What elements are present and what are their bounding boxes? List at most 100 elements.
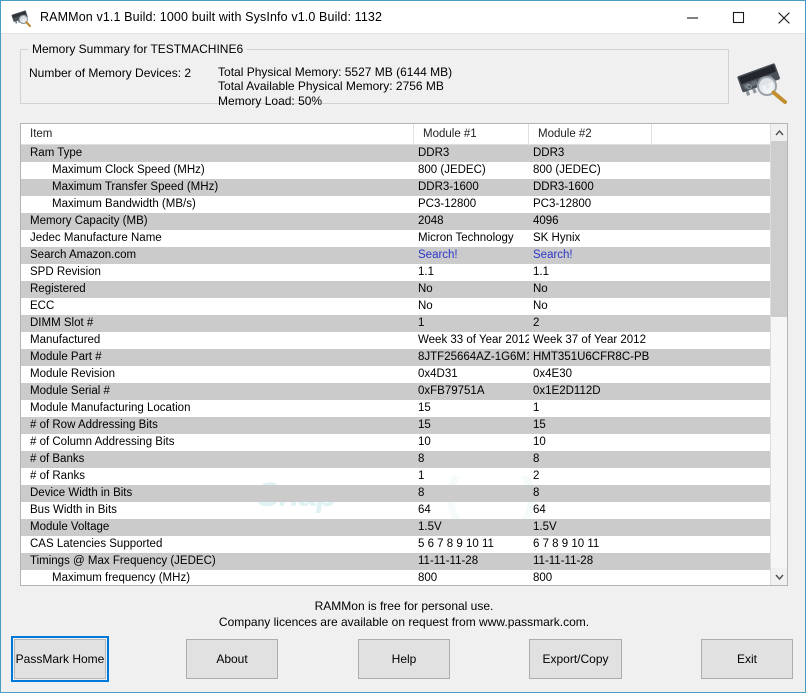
memory-device-count: Number of Memory Devices: 2 bbox=[29, 66, 192, 80]
cell-module-2: Week 37 of Year 2012 bbox=[533, 334, 646, 346]
table-row[interactable]: Manufactured Week 33 of Year 2012 Week 37 … bbox=[21, 332, 770, 349]
table-row[interactable]: Module Voltage 1.5V 1.5V bbox=[21, 519, 770, 536]
table-row[interactable]: Module Manufacturing Location 15 1 bbox=[21, 400, 770, 417]
memory-details-table[interactable]: Item Module #1 Module #2 Snap Ram TypeDD… bbox=[20, 123, 788, 586]
cell-module-1: 1.5V bbox=[418, 521, 442, 533]
table-row[interactable]: Jedec Manufacture Name Micron Technology S… bbox=[21, 230, 770, 247]
table-row[interactable]: ECC No No bbox=[21, 298, 770, 315]
window-controls bbox=[669, 1, 805, 34]
cell-item: # of Column Addressing Bits bbox=[30, 436, 175, 448]
total-physical-memory: Total Physical Memory: 5527 MB (6144 MB) bbox=[218, 64, 453, 79]
minimize-button[interactable] bbox=[669, 1, 715, 34]
scroll-down-button[interactable] bbox=[771, 568, 787, 585]
cell-item: Registered bbox=[30, 283, 86, 295]
cell-module-2: 10 bbox=[533, 436, 546, 448]
export-copy-button[interactable]: Export/Copy bbox=[529, 639, 622, 679]
maximize-button[interactable] bbox=[715, 1, 761, 34]
total-available-memory: Total Available Physical Memory: 2756 MB bbox=[218, 79, 444, 93]
close-button[interactable] bbox=[761, 1, 805, 34]
cell-module-2: PC3-12800 bbox=[533, 198, 592, 210]
passmark-home-button[interactable]: PassMark Home bbox=[11, 636, 109, 682]
table-row[interactable]: Maximum Transfer Speed (MHz) DDR3-1600 DDR… bbox=[21, 179, 770, 196]
table-row[interactable]: Maximum frequency (MHz) 800 800 bbox=[21, 570, 770, 585]
table-row[interactable]: Module Part # 8JTF25664AZ-1G6M1 HMT351U6CF… bbox=[21, 349, 770, 366]
cell-module-2: DDR3 bbox=[533, 147, 565, 159]
table-row[interactable]: SPD Revision 1.1 1.1 bbox=[21, 264, 770, 281]
cell-item: Module Part # bbox=[30, 351, 102, 363]
cell-module-2: 11-11-11-28 bbox=[533, 555, 594, 567]
amazon-search-link-module-2[interactable]: Search! bbox=[529, 247, 652, 264]
cell-item: Module Revision bbox=[30, 368, 116, 380]
cell-item: Module Voltage bbox=[30, 521, 110, 533]
cell-module-2: 1.5V bbox=[533, 521, 557, 533]
table-row[interactable]: DIMM Slot # 1 2 bbox=[21, 315, 770, 332]
vertical-scrollbar[interactable] bbox=[770, 124, 787, 585]
memory-summary-legend: Memory Summary for TESTMACHINE6 bbox=[28, 42, 248, 56]
table-row[interactable]: Maximum Clock Speed (MHz) 800 (JEDEC) 800 … bbox=[21, 162, 770, 179]
footer-notice: RAMMon is free for personal use. Company… bbox=[1, 598, 805, 630]
table-row[interactable]: CAS Latencies Supported 5 6 7 8 9 10 11 6 … bbox=[21, 536, 770, 553]
table-row[interactable]: # of Column Addressing Bits 10 10 bbox=[21, 434, 770, 451]
cell-module-1: 5 6 7 8 9 10 11 bbox=[418, 538, 494, 550]
window-title: RAMMon v1.1 Build: 1000 built with SysIn… bbox=[40, 10, 383, 24]
cell-item: Maximum Transfer Speed (MHz) bbox=[52, 181, 219, 193]
cell-module-2: 4096 bbox=[533, 215, 559, 227]
column-header-item[interactable]: Item bbox=[21, 124, 414, 145]
rammon-window: RAMMon v1.1 Build: 1000 built with SysIn… bbox=[0, 0, 806, 693]
title-bar: RAMMon v1.1 Build: 1000 built with SysIn… bbox=[1, 1, 805, 34]
cell-module-2: 800 bbox=[533, 572, 553, 584]
cell-module-1: 2048 bbox=[418, 215, 444, 227]
help-button[interactable]: Help bbox=[358, 639, 450, 679]
cell-module-1: 8JTF25664AZ-1G6M1 bbox=[418, 351, 529, 363]
table-row[interactable]: Module Serial # 0xFB79751A 0x1E2D112D bbox=[21, 383, 770, 400]
table-body: Ram Type DDR3 DDR3 Maximum Clock Speed (MHz… bbox=[21, 145, 770, 585]
table-row[interactable]: Maximum Bandwidth (MB/s) PC3-12800 PC3-128… bbox=[21, 196, 770, 213]
table-row[interactable]: Module Revision 0x4D31 0x4E30 bbox=[21, 366, 770, 383]
memory-load: Memory Load: 50% bbox=[218, 93, 323, 108]
scrollbar-thumb[interactable] bbox=[771, 141, 787, 317]
cell-item: # of Row Addressing Bits bbox=[30, 419, 158, 431]
cell-module-1: 64 bbox=[418, 504, 431, 516]
cell-module-1: 15 bbox=[418, 419, 431, 431]
exit-button[interactable]: Exit bbox=[701, 639, 793, 679]
cell-module-2: 800 (JEDEC) bbox=[533, 164, 601, 176]
cell-item: Memory Capacity (MB) bbox=[30, 215, 148, 227]
table-row[interactable]: Device Width in Bits 8 8 bbox=[21, 485, 770, 502]
cell-item: CAS Latencies Supported bbox=[30, 538, 163, 550]
cell-module-1: Week 33 of Year 2012 bbox=[418, 334, 529, 346]
table-row[interactable]: Search Amazon.com Search! Search! bbox=[21, 247, 770, 264]
cell-module-2: 2 bbox=[533, 317, 540, 329]
footer-line-2: Company licences are available on reques… bbox=[218, 615, 590, 629]
cell-module-1: 8 bbox=[418, 453, 425, 465]
cell-item: Maximum Bandwidth (MB/s) bbox=[52, 198, 196, 210]
cell-item: # of Ranks bbox=[30, 470, 85, 482]
table-row[interactable]: # of Banks 8 8 bbox=[21, 451, 770, 468]
table-row[interactable]: # of Ranks 1 2 bbox=[21, 468, 770, 485]
cell-item: SPD Revision bbox=[30, 266, 101, 278]
table-row[interactable]: Registered No No bbox=[21, 281, 770, 298]
memory-summary-content: Number of Memory Devices: 2 Total Physic… bbox=[29, 65, 452, 109]
table-row[interactable]: Bus Width in Bits 64 64 bbox=[21, 502, 770, 519]
footer-line-1: RAMMon is free for personal use. bbox=[314, 599, 494, 613]
cell-item: DIMM Slot # bbox=[30, 317, 94, 329]
cell-item: Timings @ Max Frequency (JEDEC) bbox=[30, 555, 216, 567]
cell-module-1: 800 (JEDEC) bbox=[418, 164, 486, 176]
column-header-module-2[interactable]: Module #2 bbox=[529, 124, 652, 145]
cell-module-1: DDR3-1600 bbox=[418, 181, 479, 193]
amazon-search-link-module-1[interactable]: Search! bbox=[414, 247, 529, 264]
cell-module-2: SK Hynix bbox=[533, 232, 581, 244]
scrollbar-track[interactable] bbox=[771, 141, 787, 568]
about-button[interactable]: About bbox=[186, 639, 278, 679]
cell-module-1: 1 bbox=[418, 470, 425, 482]
cell-module-2: 8 bbox=[533, 453, 540, 465]
table-row[interactable]: Timings @ Max Frequency (JEDEC) 11-11-11-… bbox=[21, 553, 770, 570]
scroll-up-button[interactable] bbox=[771, 124, 787, 141]
cell-module-1: 11-11-11-28 bbox=[418, 555, 479, 567]
table-row[interactable]: Memory Capacity (MB) 2048 4096 bbox=[21, 213, 770, 230]
table-row[interactable]: Ram Type DDR3 DDR3 bbox=[21, 145, 770, 162]
cell-module-1: No bbox=[418, 300, 433, 312]
cell-module-2: DDR3-1600 bbox=[533, 181, 594, 193]
cell-module-1: 0x4D31 bbox=[418, 368, 458, 380]
table-row[interactable]: # of Row Addressing Bits 15 15 bbox=[21, 417, 770, 434]
column-header-module-1[interactable]: Module #1 bbox=[414, 124, 529, 145]
